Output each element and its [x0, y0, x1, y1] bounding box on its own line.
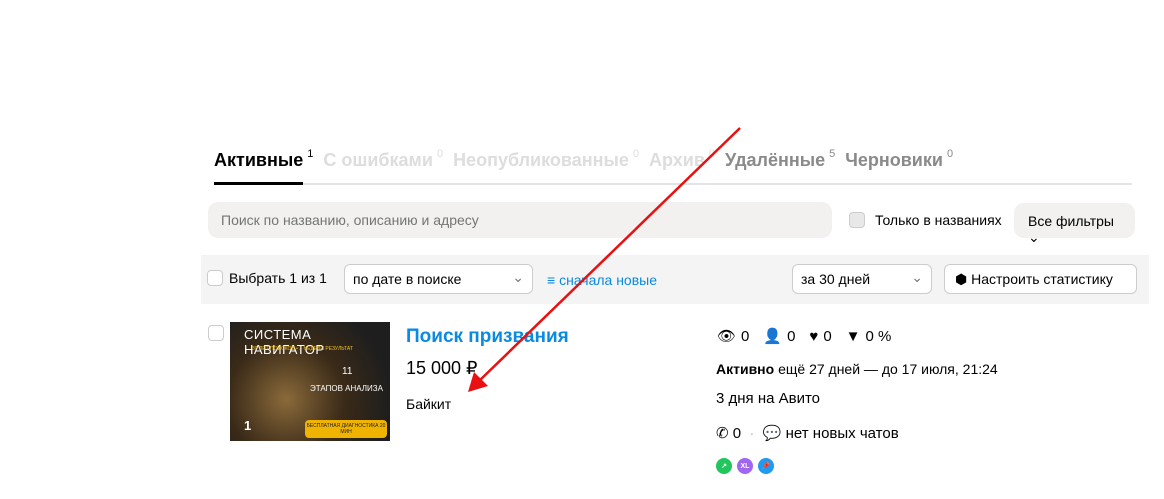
red-arrow-annotation — [468, 127, 741, 392]
